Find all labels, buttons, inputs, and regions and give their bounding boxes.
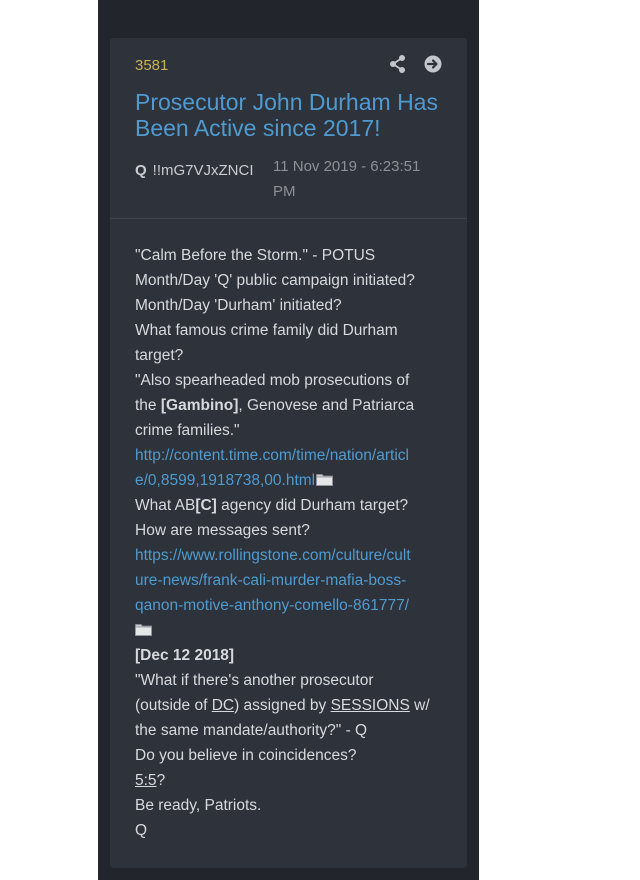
body-text: agency did Durham target? <box>216 497 409 514</box>
time-link-continued[interactable]: e/0,8599,1918738,00.html <box>135 472 315 489</box>
rollingstone-link[interactable]: https://www.rollingstone.com/culture/cul… <box>135 543 445 568</box>
body-line: e/0,8599,1918738,00.html <box>135 468 445 493</box>
body-bold-text: [Gambino] <box>160 397 239 414</box>
app-frame: 3581 Prosecutor John Durham Has Been Act… <box>98 0 479 880</box>
underlined-text: 5:5 <box>135 772 157 789</box>
body-line: Month/Day 'Q' public campaign initiated? <box>135 272 415 289</box>
folder-icon[interactable] <box>135 619 152 636</box>
body-text: What AB <box>135 497 196 514</box>
post-number: 3581 <box>135 57 169 74</box>
body-text: the <box>135 397 161 414</box>
post-date: 11 Nov 2019 - 6:23:51 PM <box>273 158 421 200</box>
share-icon[interactable] <box>388 54 408 74</box>
body-line: How are messages sent? <box>135 522 310 539</box>
body-line: target? <box>135 347 184 364</box>
body-text: w/ <box>409 697 430 714</box>
body-text: ? <box>156 772 166 789</box>
post-author: Q !!mG7VJxZNCI <box>135 158 254 183</box>
post-body: "Calm Before the Storm." - POTUS Month/D… <box>135 243 445 843</box>
post-title: Prosecutor John Durham Has Been Active s… <box>135 89 438 141</box>
body-line: Do you believe in coincidences? <box>135 747 357 764</box>
body-line: the same mandate/authority?" - Q <box>135 722 368 739</box>
body-line: "Calm Before the Storm." - POTUS <box>135 247 376 264</box>
body-line: the [Gambino], Genovese and Patriarca <box>135 393 445 418</box>
body-line: (outside of DC) assigned by SESSIONS w/ <box>135 693 445 718</box>
author-name: Q <box>135 162 147 179</box>
body-line <box>135 618 445 643</box>
time-link[interactable]: http://content.time.com/time/nation/arti… <box>135 443 445 468</box>
post-card: 3581 Prosecutor John Durham Has Been Act… <box>110 38 467 868</box>
body-line: Month/Day 'Durham' initiated? <box>135 297 342 314</box>
signature: Q <box>135 822 148 839</box>
divider <box>110 218 467 219</box>
body-line: 5:5? <box>135 768 445 793</box>
tripcode: !!mG7VJxZNCI <box>152 162 254 179</box>
body-line: Be ready, Patriots. <box>135 797 262 814</box>
body-line: What famous crime family did Durham <box>135 322 398 339</box>
body-text: ) assigned by <box>234 697 331 714</box>
body-text: , Genovese and Patriarca <box>238 397 415 414</box>
body-line: crime families." <box>135 422 240 439</box>
date-reference: [Dec 12 2018] <box>135 647 235 664</box>
rollingstone-link-continued[interactable]: ure-news/frank-cali-murder-mafia-boss- <box>135 568 445 593</box>
underlined-text: DC <box>211 697 235 714</box>
body-line: What AB[C] agency did Durham target? <box>135 493 445 518</box>
folder-icon[interactable] <box>316 469 334 486</box>
post-header: 3581 Prosecutor John Durham Has Been Act… <box>110 38 467 218</box>
body-line: "What if there's another prosecutor <box>135 672 374 689</box>
underlined-text: SESSIONS <box>330 697 410 714</box>
arrow-right-circle-icon[interactable] <box>423 54 443 74</box>
body-line: "Also spearheaded mob prosecutions of <box>135 372 410 389</box>
body-text: (outside of <box>135 697 212 714</box>
body-bold-text: [C] <box>195 497 217 514</box>
rollingstone-link-continued[interactable]: qanon-motive-anthony-comello-861777/ <box>135 593 445 618</box>
